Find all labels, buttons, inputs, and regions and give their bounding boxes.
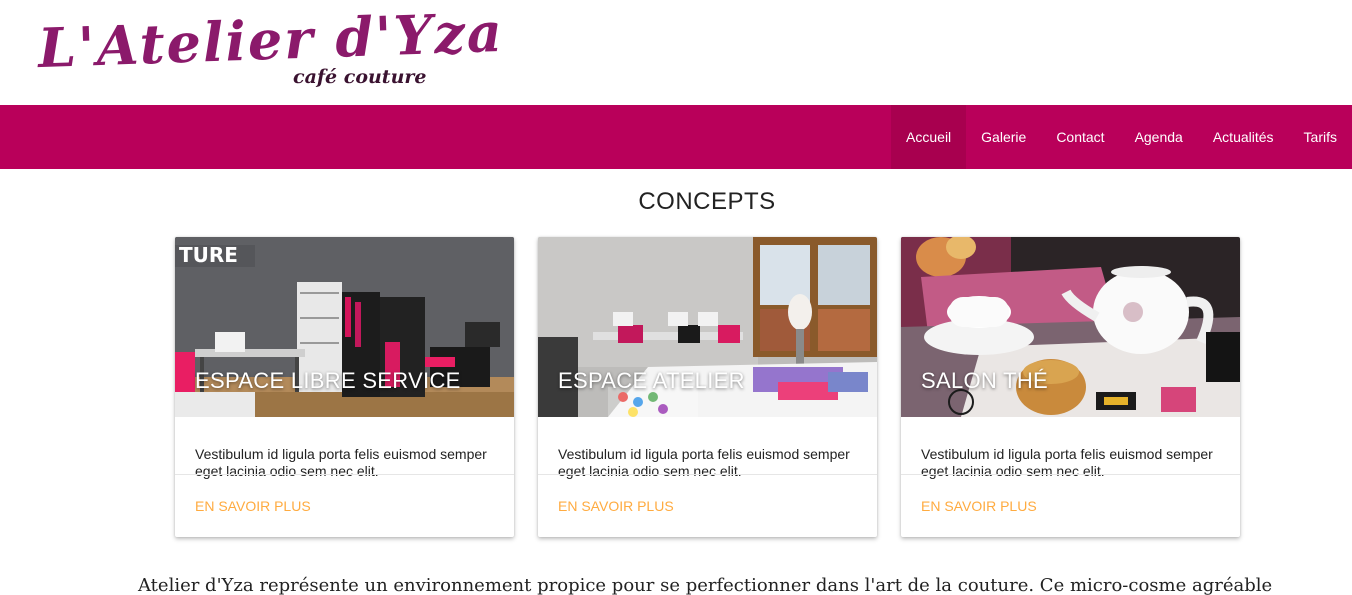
concept-card-libre-service: TURE ESPACE LIBRE SERVICE Vestibulum id … bbox=[175, 237, 514, 537]
nav-item-agenda[interactable]: Agenda bbox=[1120, 105, 1198, 169]
main-nav: Accueil Galerie Contact Agenda Actualité… bbox=[891, 105, 1352, 169]
nav-item-accueil[interactable]: Accueil bbox=[891, 105, 967, 169]
site-header: L'Atelier d'Yza café couture bbox=[0, 0, 1352, 105]
card-read-more-link[interactable]: EN SAVOIR PLUS bbox=[558, 498, 674, 514]
card-divider bbox=[175, 474, 514, 475]
nav-item-galerie[interactable]: Galerie bbox=[966, 105, 1041, 169]
card-divider bbox=[538, 474, 877, 475]
svg-text:TURE: TURE bbox=[179, 243, 238, 267]
site-logo[interactable]: L'Atelier d'Yza café couture bbox=[37, 0, 505, 98]
card-image-atelier[interactable]: ESPACE ATELIER bbox=[538, 237, 877, 417]
card-title: SALON THÉ bbox=[921, 368, 1048, 393]
nav-item-actualites[interactable]: Actualités bbox=[1198, 105, 1289, 169]
card-read-more-link[interactable]: EN SAVOIR PLUS bbox=[921, 498, 1037, 514]
concept-card-salon-the: SALON THÉ Vestibulum id ligula porta fel… bbox=[901, 237, 1240, 537]
card-image-libre-service[interactable]: TURE ESPACE LIBRE SERVICE bbox=[175, 237, 514, 417]
main-navbar: Accueil Galerie Contact Agenda Actualité… bbox=[0, 105, 1352, 169]
intro-paragraph: Atelier d'Yza représente un environnemen… bbox=[138, 575, 1273, 595]
nav-item-contact[interactable]: Contact bbox=[1041, 105, 1119, 169]
nav-item-tarifs[interactable]: Tarifs bbox=[1289, 105, 1352, 169]
card-title: ESPACE ATELIER bbox=[558, 368, 745, 393]
card-title: ESPACE LIBRE SERVICE bbox=[195, 368, 461, 393]
card-read-more-link[interactable]: EN SAVOIR PLUS bbox=[195, 498, 311, 514]
card-divider bbox=[901, 474, 1240, 475]
logo-tagline: café couture bbox=[293, 66, 427, 88]
concept-card-atelier: ESPACE ATELIER Vestibulum id ligula port… bbox=[538, 237, 877, 537]
card-image-salon-the[interactable]: SALON THÉ bbox=[901, 237, 1240, 417]
logo-name: L'Atelier d'Yza bbox=[37, 0, 505, 81]
concepts-title: CONCEPTS bbox=[638, 188, 776, 215]
